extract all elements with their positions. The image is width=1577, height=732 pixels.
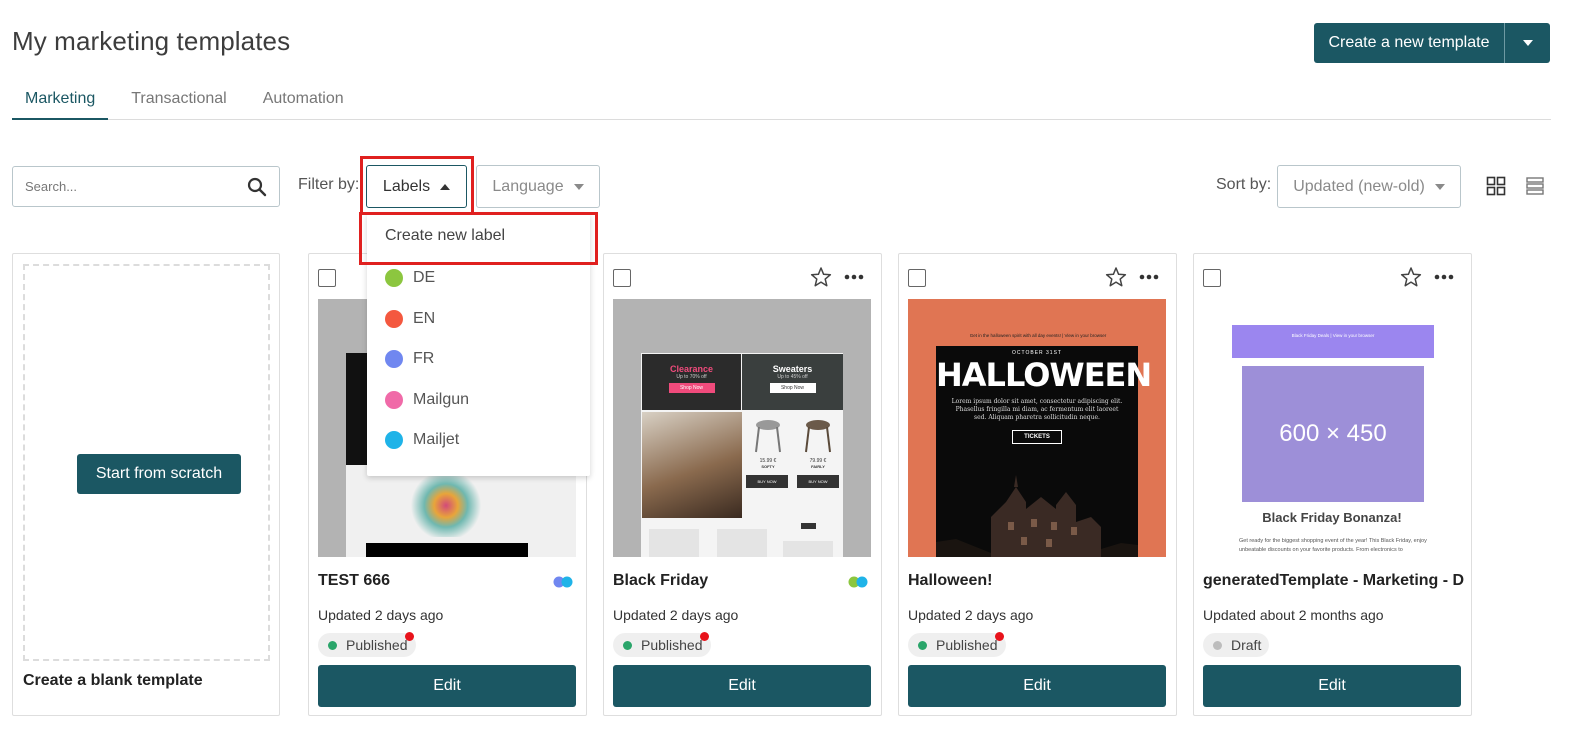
label-option-text: Mailjet xyxy=(413,431,460,449)
edit-button[interactable]: Edit xyxy=(318,665,576,707)
label-option-text: Mailgun xyxy=(413,390,470,408)
template-checkbox[interactable] xyxy=(613,269,631,287)
status-badge: Published xyxy=(908,633,1006,657)
label-option-mailgun[interactable]: Mailgun xyxy=(367,380,590,421)
template-updated: Updated 2 days ago xyxy=(908,607,1034,623)
sort-by-label: Sort by: xyxy=(1216,176,1272,193)
status-badge: Published xyxy=(613,633,711,657)
more-options-icon[interactable] xyxy=(842,266,866,288)
label-option-de[interactable]: DE xyxy=(367,258,590,299)
create-new-label-item[interactable]: Create new label xyxy=(367,214,590,258)
template-card: Black Friday Deals | View in your browse… xyxy=(1193,253,1472,716)
status-dot-icon xyxy=(918,640,927,650)
more-options-icon[interactable] xyxy=(1137,266,1161,288)
label-dots-icon xyxy=(848,576,868,588)
label-color-dot-icon xyxy=(385,350,403,369)
edit-button[interactable]: Edit xyxy=(1203,665,1461,707)
tab-automation[interactable]: Automation xyxy=(250,86,357,120)
splash-art-image xyxy=(408,467,484,537)
chevron-up-icon xyxy=(440,183,451,190)
status-dot-icon xyxy=(1213,640,1222,650)
search-box xyxy=(12,166,280,207)
labels-dropdown-menu: Create new label DE EN FR Mailgun Mailje… xyxy=(367,214,590,476)
sort-select[interactable]: Updated (new-old) xyxy=(1277,165,1461,208)
more-options-icon[interactable] xyxy=(1432,266,1456,288)
template-thumbnail[interactable]: Black Friday Deals | View in your browse… xyxy=(1203,299,1461,557)
edit-button[interactable]: Edit xyxy=(908,665,1166,707)
template-thumbnail[interactable]: Clearance Up to 70% off Shop Now Sweater… xyxy=(613,299,871,557)
create-template-button[interactable]: Create a new template xyxy=(1314,23,1505,63)
language-filter-label: Language xyxy=(492,177,564,195)
create-template-menu-button[interactable] xyxy=(1505,23,1550,63)
status-dot-icon xyxy=(328,640,337,650)
label-color-dot-icon xyxy=(385,390,403,409)
template-name: Halloween! xyxy=(908,572,993,589)
label-option-en[interactable]: EN xyxy=(367,299,590,340)
start-from-scratch-button[interactable]: Start from scratch xyxy=(77,454,241,494)
status-badge: Published xyxy=(318,633,416,657)
chevron-down-icon xyxy=(1522,40,1533,46)
template-thumbnail[interactable]: Get in the halloween spirit with all day… xyxy=(908,299,1166,557)
tab-marketing[interactable]: Marketing xyxy=(12,86,109,120)
label-color-dot-icon xyxy=(385,309,403,328)
notification-dot-icon xyxy=(405,632,414,641)
template-checkbox[interactable] xyxy=(908,269,926,287)
blank-template-title: Create a blank template xyxy=(23,672,203,689)
labels-filter-button[interactable]: Labels xyxy=(366,165,467,208)
template-updated: Updated 2 days ago xyxy=(613,607,739,623)
page-title: My marketing templates xyxy=(12,26,291,56)
status-dot-icon xyxy=(623,640,632,650)
tab-bar: Marketing Transactional Automation xyxy=(12,86,1551,120)
label-color-dot-icon xyxy=(385,431,403,450)
filter-by-label: Filter by: xyxy=(298,176,360,193)
template-checkbox[interactable] xyxy=(318,269,336,287)
chevron-down-icon xyxy=(573,183,584,190)
template-name: Black Friday xyxy=(613,572,709,589)
notification-dot-icon xyxy=(700,632,709,641)
create-template-button-group: Create a new template xyxy=(1314,23,1550,63)
blank-template-dropzone: Start from scratch xyxy=(23,264,270,661)
chevron-down-icon xyxy=(1434,183,1445,190)
template-checkbox[interactable] xyxy=(1203,269,1221,287)
edit-button[interactable]: Edit xyxy=(613,665,871,707)
search-icon[interactable] xyxy=(247,177,267,197)
label-option-text: EN xyxy=(413,309,436,327)
blank-template-card: Start from scratch Create a blank templa… xyxy=(12,253,280,716)
star-icon[interactable] xyxy=(1105,266,1127,288)
sort-select-value: Updated (new-old) xyxy=(1293,177,1425,195)
tab-transactional[interactable]: Transactional xyxy=(118,86,239,120)
template-card: Get in the halloween spirit with all day… xyxy=(898,253,1177,716)
list-view-icon[interactable] xyxy=(1524,175,1546,197)
template-name: TEST 666 xyxy=(318,572,391,589)
labels-filter-label: Labels xyxy=(382,177,431,195)
label-dots-icon xyxy=(553,576,573,588)
template-updated: Updated about 2 months ago xyxy=(1203,607,1384,623)
label-option-mailjet[interactable]: Mailjet xyxy=(367,420,590,461)
grid-view-icon[interactable] xyxy=(1485,175,1507,197)
haunted-house-image xyxy=(936,467,1138,557)
star-icon[interactable] xyxy=(810,266,832,288)
search-input[interactable] xyxy=(25,179,247,194)
status-badge: Draft xyxy=(1203,633,1270,657)
desk-photo-image xyxy=(642,412,742,518)
language-filter-button[interactable]: Language xyxy=(476,165,600,208)
label-option-fr[interactable]: FR xyxy=(367,339,590,380)
notification-dot-icon xyxy=(995,632,1004,641)
status-text: Draft xyxy=(1231,637,1262,653)
star-icon[interactable] xyxy=(1400,266,1422,288)
status-text: Published xyxy=(346,637,408,653)
template-updated: Updated 2 days ago xyxy=(318,607,444,623)
template-card: Clearance Up to 70% off Shop Now Sweater… xyxy=(603,253,882,716)
label-option-text: DE xyxy=(413,269,436,287)
label-option-text: FR xyxy=(413,350,435,368)
template-name: generatedTemplate - Marketing - D... xyxy=(1203,572,1465,589)
label-color-dot-icon xyxy=(385,269,403,288)
status-text: Published xyxy=(641,637,703,653)
status-text: Published xyxy=(936,637,998,653)
